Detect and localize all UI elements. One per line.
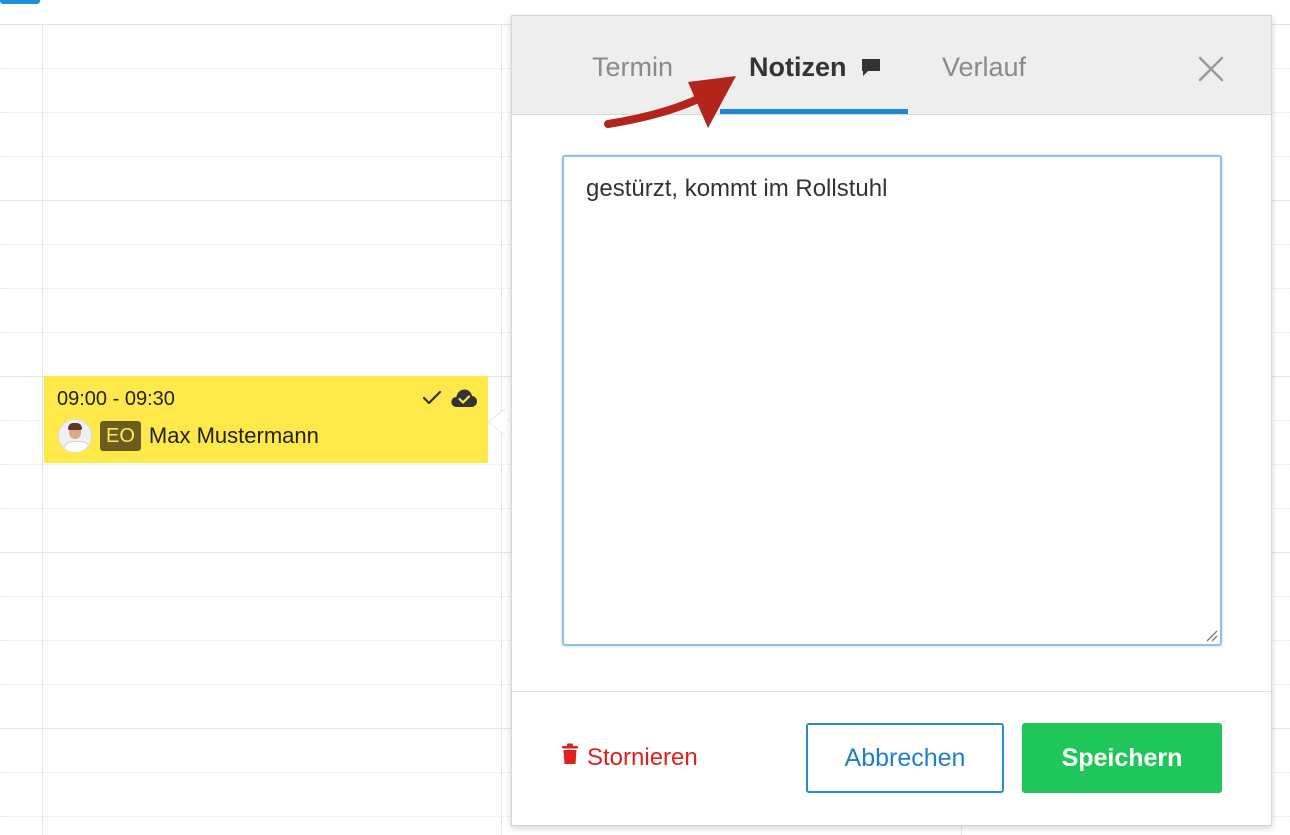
resize-handle-icon[interactable] (1204, 628, 1218, 642)
comment-icon (860, 53, 882, 84)
tab-notizen-label: Notizen (749, 52, 847, 82)
tab-notizen[interactable]: Notizen (749, 52, 882, 84)
close-icon[interactable] (1196, 54, 1226, 84)
avatar (58, 419, 92, 453)
appointment-status-icons (422, 388, 478, 413)
check-icon (422, 390, 442, 411)
cloud-check-icon (450, 388, 478, 413)
patient-name: Max Mustermann (148, 423, 319, 448)
active-tab-indicator (720, 109, 908, 114)
cancel-appointment-label: Stornieren (587, 743, 698, 771)
appointment-patient-row: EO Max Mustermann (58, 419, 319, 453)
grid-column-line (42, 24, 43, 835)
top-indicator (0, 0, 40, 4)
popup-footer-divider (512, 691, 1271, 692)
tab-verlauf[interactable]: Verlauf (942, 52, 1026, 83)
popover-pointer (489, 408, 506, 436)
abort-button[interactable]: Abbrechen (806, 723, 1004, 793)
appointment-type-badge: EO (100, 421, 141, 451)
trash-icon (561, 743, 587, 772)
calendar-page: 09:00 - 09:30 EO Max Mustermann Termin N… (0, 0, 1290, 835)
cancel-appointment-link[interactable]: Stornieren (561, 743, 698, 772)
appointment-time: 09:00 - 09:30 (57, 388, 175, 410)
notes-textarea[interactable] (562, 155, 1222, 646)
tab-verlauf-label: Verlauf (942, 52, 1027, 82)
save-button[interactable]: Speichern (1022, 723, 1222, 793)
annotation-arrow-icon (600, 70, 745, 140)
appointment-card[interactable]: 09:00 - 09:30 EO Max Mustermann (44, 376, 488, 463)
